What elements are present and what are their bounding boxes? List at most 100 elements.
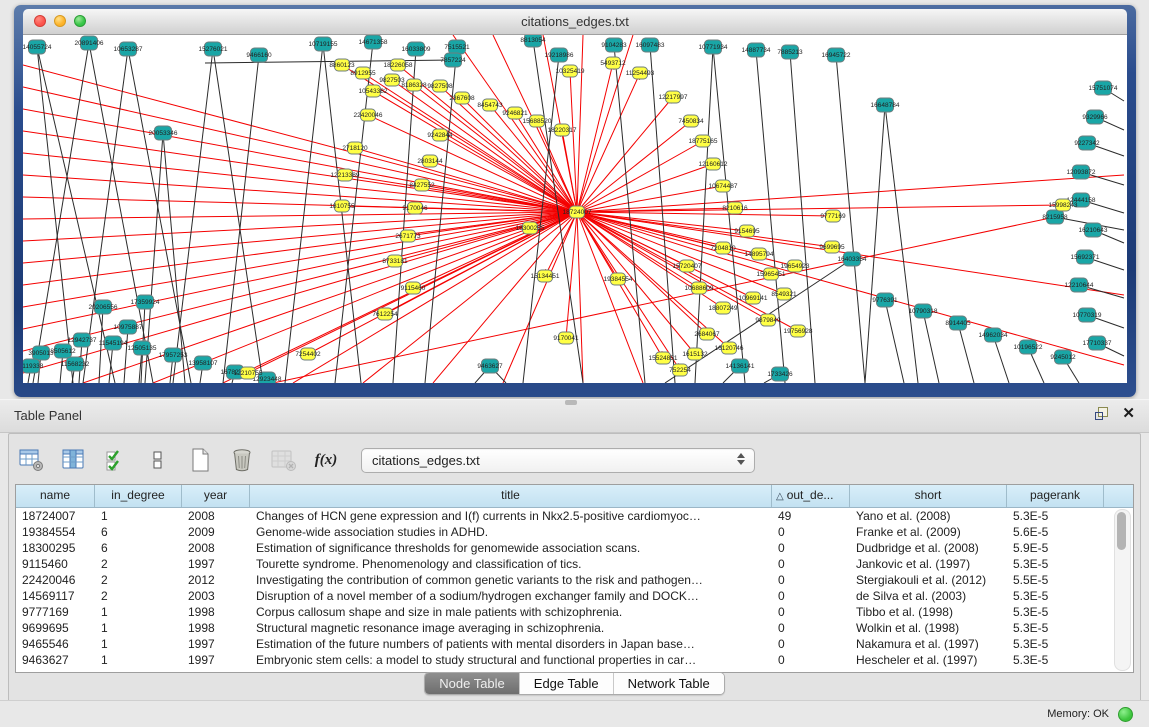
- column-header-pagerank[interactable]: pagerank: [1007, 485, 1104, 507]
- table-row[interactable]: 1456911722003Disruption of a novel membe…: [16, 588, 1133, 604]
- zoom-window-button[interactable]: [74, 15, 86, 27]
- graph-node[interactable]: 16120746: [715, 342, 744, 354]
- close-window-button[interactable]: [34, 15, 46, 27]
- memory-status-icon[interactable]: [1118, 707, 1133, 722]
- column-header-in_degree[interactable]: in_degree: [95, 485, 182, 507]
- graph-node[interactable]: 20053346: [149, 126, 178, 140]
- graph-node[interactable]: 12217997: [659, 91, 688, 103]
- column-header-short[interactable]: short: [850, 485, 1007, 507]
- table-row[interactable]: 969969511998Structural magnetic resonanc…: [16, 620, 1133, 636]
- graph-node[interactable]: 9170046: [402, 202, 428, 214]
- graph-node[interactable]: 2803144: [417, 155, 443, 167]
- graph-node[interactable]: 19756928: [784, 325, 813, 337]
- network-canvas[interactable]: 1872400714055724208914061065328715276021…: [23, 35, 1127, 383]
- graph-node[interactable]: 1615132: [682, 348, 708, 360]
- table-row[interactable]: 1938455462009Genome-wide association stu…: [16, 524, 1133, 540]
- graph-node[interactable]: 12505135: [128, 341, 157, 355]
- graph-node[interactable]: 19218986: [545, 48, 574, 62]
- delete-icon[interactable]: [227, 445, 257, 475]
- table-row[interactable]: 2242004622012Investigating the contribut…: [16, 572, 1133, 588]
- graph-node[interactable]: 8813054: [520, 35, 546, 47]
- graph-node[interactable]: 9777169: [820, 210, 846, 222]
- graph-node[interactable]: 15276021: [199, 42, 228, 56]
- table-column-icon[interactable]: [59, 445, 89, 475]
- new-document-icon[interactable]: [185, 445, 215, 475]
- graph-node[interactable]: 8733181: [382, 255, 408, 267]
- float-panel-icon[interactable]: [1095, 407, 1108, 420]
- graph-node[interactable]: 18807249: [709, 302, 738, 314]
- graph-node[interactable]: 22420046: [354, 109, 383, 121]
- graph-node[interactable]: 8215958: [1042, 210, 1068, 224]
- graph-node[interactable]: 8210616: [722, 202, 748, 214]
- graph-node[interactable]: 9699695: [819, 241, 845, 253]
- graph-node[interactable]: 11545194: [99, 336, 128, 350]
- select-attributes-icon[interactable]: [101, 445, 131, 475]
- graph-node[interactable]: 9104283: [601, 38, 627, 52]
- graph-node[interactable]: 9154695: [734, 225, 760, 237]
- graph-node[interactable]: 11254493: [626, 67, 655, 79]
- column-header-title[interactable]: title: [250, 485, 772, 507]
- column-header-year[interactable]: year: [182, 485, 250, 507]
- minimize-window-button[interactable]: [54, 15, 66, 27]
- graph-node[interactable]: 5493712: [600, 57, 626, 69]
- column-header-out_de[interactable]: △out_de...: [772, 485, 850, 507]
- graph-node[interactable]: 14671358: [359, 35, 388, 49]
- graph-node[interactable]: 10674487: [709, 180, 738, 192]
- close-panel-icon[interactable]: ✕: [1122, 407, 1135, 420]
- table-row[interactable]: 977716911998Corpus callosum shape and si…: [16, 604, 1133, 620]
- table-row[interactable]: 946362711997Embryonic stem cells: a mode…: [16, 652, 1133, 668]
- graph-node[interactable]: 2671773: [395, 230, 421, 242]
- scrollbar-thumb[interactable]: [1117, 512, 1126, 550]
- tab-edge-table[interactable]: Edge Table: [520, 673, 614, 694]
- network-view-window[interactable]: citations_edges.txt 18724007140557242089…: [14, 5, 1136, 397]
- graph-node[interactable]: 16403354: [838, 252, 867, 266]
- graph-node[interactable]: 7515521: [444, 40, 470, 54]
- graph-node[interactable]: 14055724: [23, 40, 52, 54]
- tab-network-table[interactable]: Network Table: [614, 673, 724, 694]
- graph-node[interactable]: 16648784: [871, 98, 900, 112]
- graph-node[interactable]: 8914405: [945, 316, 971, 330]
- network-window-titlebar[interactable]: citations_edges.txt: [23, 9, 1127, 35]
- table-settings-icon[interactable]: [17, 445, 47, 475]
- graph-node[interactable]: 16945722: [822, 48, 851, 62]
- graph-node[interactable]: 14962034: [979, 328, 1008, 342]
- table-row[interactable]: 1872400712008Changes of HCN gene express…: [16, 508, 1133, 524]
- graph-node[interactable]: 7857224: [440, 53, 466, 67]
- graph-node[interactable]: 16097483: [636, 38, 665, 52]
- graph-node[interactable]: 9466160: [246, 48, 272, 62]
- graph-node[interactable]: 7885213: [777, 45, 803, 59]
- graph-node[interactable]: 9227342: [1074, 136, 1100, 150]
- split-divider-handle[interactable]: [565, 400, 577, 405]
- graph-node[interactable]: 7254402: [295, 348, 321, 360]
- network-graph[interactable]: 1872400714055724208914061065328715276021…: [23, 35, 1127, 383]
- graph-node[interactable]: 10196522: [1014, 340, 1043, 354]
- rows-icon[interactable]: [143, 445, 173, 475]
- vertical-scrollbar[interactable]: [1114, 509, 1131, 671]
- graph-node[interactable]: 10719155: [309, 37, 338, 51]
- graph-node[interactable]: 8505612: [50, 344, 76, 358]
- graph-node[interactable]: 12942737: [68, 333, 97, 347]
- graph-node[interactable]: 15751074: [1089, 81, 1118, 95]
- graph-node[interactable]: 2718120: [342, 142, 368, 154]
- table-row[interactable]: 911546021997Tourette syndrome. Phenomeno…: [16, 556, 1133, 572]
- table-row[interactable]: 946554611997Estimation of the future num…: [16, 636, 1133, 652]
- graph-node[interactable]: 2367608: [449, 92, 475, 104]
- graph-node[interactable]: 9245012: [1050, 350, 1076, 364]
- table-select-dropdown[interactable]: citations_edges.txt: [361, 448, 755, 473]
- graph-node[interactable]: 9827508: [427, 80, 453, 92]
- graph-node[interactable]: 17359924: [131, 295, 160, 309]
- graph-node[interactable]: 15692371: [1071, 250, 1100, 264]
- graph-node[interactable]: 16033809: [402, 42, 431, 56]
- graph-node[interactable]: 10770319: [1073, 308, 1102, 322]
- graph-node[interactable]: 19384554: [604, 273, 633, 285]
- graph-node[interactable]: 14887734: [742, 43, 771, 57]
- graph-node[interactable]: 14136141: [726, 359, 755, 373]
- graph-node[interactable]: 18775165: [689, 135, 718, 147]
- table-row[interactable]: 1830029562008Estimation of significance …: [16, 540, 1133, 556]
- graph-node[interactable]: 14895794: [745, 248, 774, 260]
- tab-node-table[interactable]: Node Table: [425, 673, 520, 694]
- graph-node[interactable]: 9776391: [872, 293, 898, 307]
- graph-node[interactable]: 10653287: [114, 42, 143, 56]
- graph-node[interactable]: 752254: [669, 364, 691, 376]
- column-header-name[interactable]: name: [16, 485, 95, 507]
